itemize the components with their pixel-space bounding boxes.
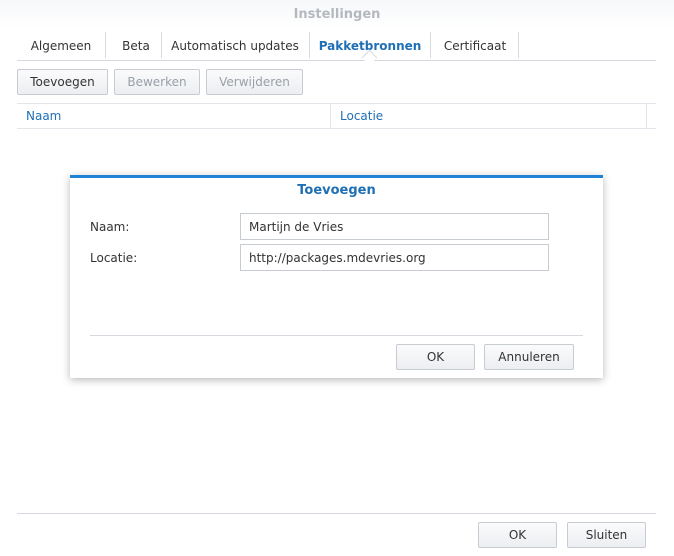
- close-button[interactable]: Sluiten: [567, 522, 646, 548]
- tab-algemeen[interactable]: Algemeen: [23, 36, 99, 56]
- tab-beta[interactable]: Beta: [111, 36, 161, 56]
- footer-divider: [17, 513, 656, 514]
- add-dialog: Toevoegen Naam: Locatie: OK Annuleren: [70, 175, 603, 378]
- column-header-naam[interactable]: Naam: [26, 104, 61, 128]
- dialog-divider: [90, 335, 583, 336]
- name-label: Naam:: [90, 220, 130, 234]
- delete-button[interactable]: Verwijderen: [206, 69, 303, 95]
- location-field[interactable]: [240, 244, 549, 271]
- column-separator[interactable]: [646, 104, 647, 128]
- column-separator[interactable]: [330, 104, 331, 128]
- tab-separator: [430, 32, 431, 58]
- tab-separator: [161, 32, 162, 58]
- tab-separator: [309, 32, 310, 58]
- tab-bar: Algemeen Beta Automatisch updates Pakket…: [17, 30, 656, 61]
- dialog-title: Toevoegen: [297, 183, 376, 198]
- tab-certificaat[interactable]: Certificaat: [437, 36, 513, 56]
- tab-automatisch-updates[interactable]: Automatisch updates: [169, 36, 301, 56]
- name-field[interactable]: [240, 213, 549, 240]
- location-label: Locatie:: [90, 251, 138, 265]
- tab-separator: [105, 32, 106, 58]
- tab-separator: [518, 32, 519, 58]
- dialog-cancel-button[interactable]: Annuleren: [484, 344, 574, 370]
- grid-header: Naam Locatie: [17, 103, 656, 129]
- dialog-ok-button[interactable]: OK: [396, 344, 475, 370]
- edit-button[interactable]: Bewerken: [114, 69, 200, 95]
- add-button[interactable]: Toevoegen: [17, 69, 108, 95]
- column-header-locatie[interactable]: Locatie: [340, 104, 383, 128]
- window-title: Instellingen: [0, 0, 674, 30]
- footer-ok-button[interactable]: OK: [478, 522, 557, 548]
